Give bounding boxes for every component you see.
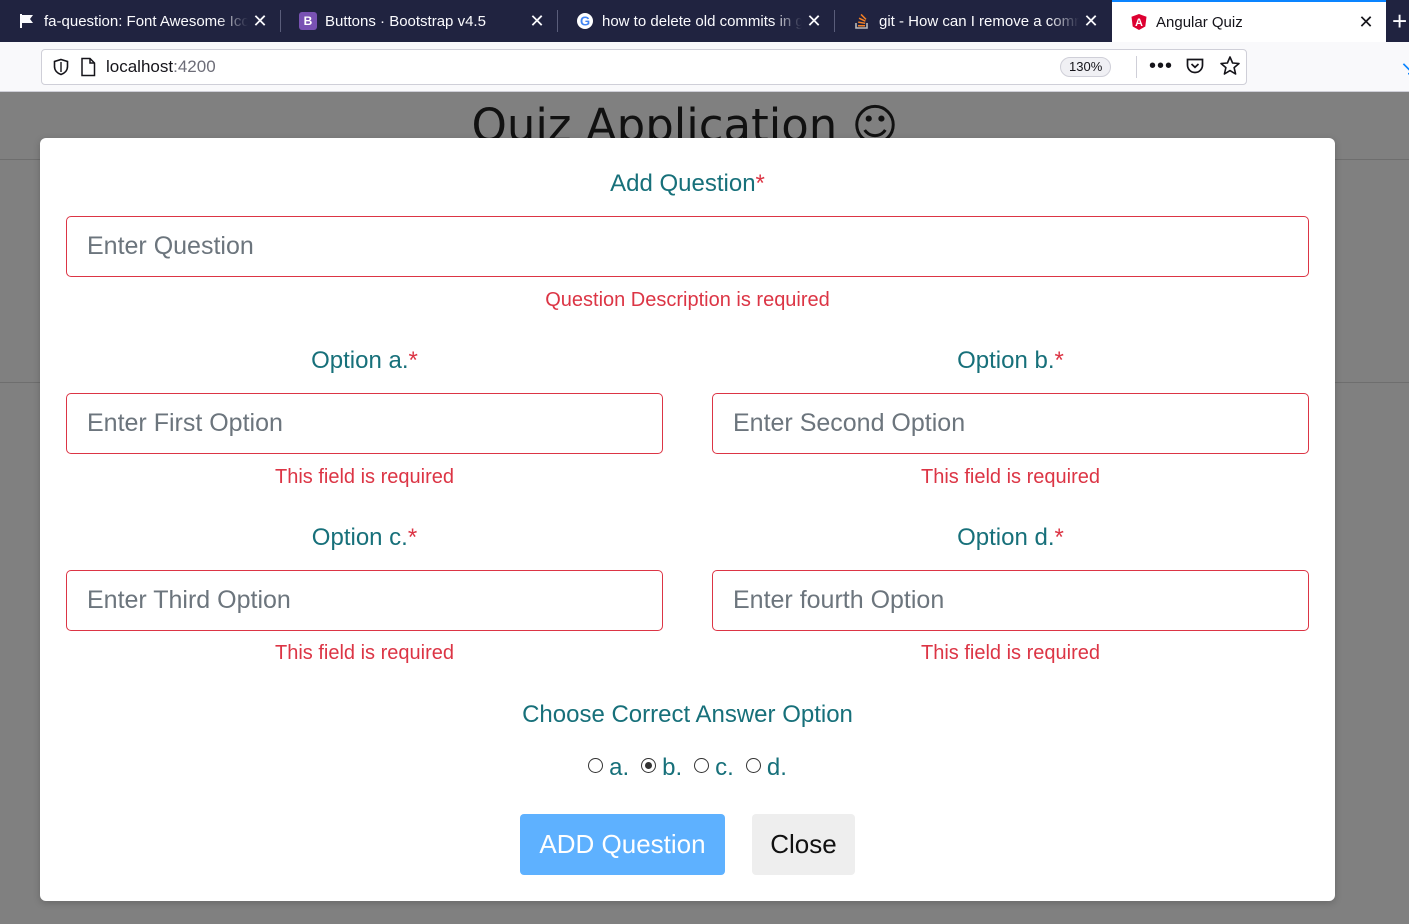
- close-icon[interactable]: ✕: [1354, 12, 1378, 33]
- url-divider: [1136, 56, 1137, 78]
- option-d-input[interactable]: [712, 570, 1309, 631]
- question-error: Question Description is required: [545, 289, 830, 311]
- answer-option-c[interactable]: c.: [694, 754, 734, 782]
- question-input[interactable]: [66, 216, 1309, 277]
- overflow-arrow-icon[interactable]: ↘: [1400, 56, 1409, 81]
- answer-option-b[interactable]: b.: [641, 754, 682, 782]
- option-b-label-text: Option b.: [957, 347, 1055, 374]
- add-question-button[interactable]: ADD Question: [520, 814, 725, 875]
- option-c-label: Option c.*: [66, 524, 663, 552]
- address-bar[interactable]: localhost:4200 130% •••: [41, 49, 1247, 85]
- zoom-indicator[interactable]: 130%: [1060, 57, 1112, 77]
- stackoverflow-icon: [853, 12, 871, 30]
- url-text[interactable]: localhost:4200: [106, 57, 216, 77]
- option-c-error: This field is required: [275, 642, 454, 664]
- close-icon[interactable]: ✕: [802, 11, 826, 32]
- tab-title: how to delete old commits in git: [602, 12, 802, 30]
- option-b-input[interactable]: [712, 393, 1309, 454]
- answer-option-a[interactable]: a.: [588, 754, 629, 782]
- answer-option-c-label: c.: [715, 754, 734, 781]
- browser-tab[interactable]: B Buttons · Bootstrap v4.5 ✕: [281, 0, 557, 42]
- more-actions-icon[interactable]: •••: [1149, 54, 1173, 78]
- option-c-input[interactable]: [66, 570, 663, 631]
- browser-tab[interactable]: G how to delete old commits in git ✕: [558, 0, 834, 42]
- tab-title: fa-question: Font Awesome Icons: [44, 12, 248, 30]
- browser-tab-active[interactable]: A Angular Quiz ✕: [1112, 0, 1386, 42]
- close-button[interactable]: Close: [752, 814, 855, 875]
- url-port: :4200: [173, 57, 216, 76]
- answer-option-d-label: d.: [766, 754, 787, 781]
- pocket-icon[interactable]: [1185, 56, 1205, 76]
- required-mark: *: [408, 347, 418, 374]
- radio-button-b[interactable]: [641, 757, 657, 773]
- option-a-label-text: Option a.: [311, 347, 409, 374]
- correct-answer-radio-group: a. b. c. d.: [40, 754, 1335, 782]
- answer-option-a-label: a.: [609, 754, 630, 781]
- question-label: Add Question*: [40, 170, 1335, 198]
- correct-answer-label: Choose Correct Answer Option: [522, 701, 853, 728]
- close-icon[interactable]: ✕: [525, 11, 549, 32]
- option-a-input[interactable]: [66, 393, 663, 454]
- option-b-error: This field is required: [921, 466, 1100, 488]
- bootstrap-icon: B: [299, 12, 317, 30]
- question-label-text: Add Question: [610, 170, 756, 197]
- tab-title: Angular Quiz: [1156, 13, 1243, 31]
- flag-icon: [18, 12, 36, 30]
- answer-option-b-label: b.: [662, 754, 683, 781]
- browser-tab-bar: fa-question: Font Awesome Icons ✕ B Butt…: [0, 0, 1409, 42]
- tab-title: Buttons · Bootstrap v4.5: [325, 12, 486, 30]
- required-mark: *: [1054, 347, 1064, 374]
- option-b-label: Option b.*: [712, 347, 1309, 375]
- angular-icon: A: [1130, 13, 1148, 31]
- close-icon[interactable]: ✕: [1079, 11, 1103, 32]
- close-icon[interactable]: ✕: [248, 11, 272, 32]
- option-c-label-text: Option c.: [311, 524, 408, 551]
- required-mark: *: [407, 524, 418, 551]
- radio-button-a[interactable]: [588, 757, 604, 773]
- url-host: localhost: [106, 57, 174, 76]
- page-icon: [81, 57, 96, 77]
- option-d-label-text: Option d.: [957, 524, 1055, 551]
- shield-icon[interactable]: [52, 58, 70, 76]
- tab-title: git - How can I remove a commit: [879, 12, 1079, 30]
- google-icon: G: [576, 12, 594, 30]
- option-a-error: This field is required: [275, 466, 454, 488]
- browser-tab[interactable]: git - How can I remove a commit ✕: [835, 0, 1111, 42]
- bookmark-star-icon[interactable]: [1219, 55, 1241, 77]
- option-d-error: This field is required: [921, 642, 1100, 664]
- answer-option-d[interactable]: d.: [745, 754, 787, 782]
- browser-nav-bar: localhost:4200 130% ••• ↘: [0, 42, 1409, 92]
- radio-button-c[interactable]: [694, 757, 710, 773]
- svg-text:A: A: [1135, 17, 1143, 29]
- required-mark: *: [755, 170, 765, 197]
- option-a-label: Option a.*: [66, 347, 663, 375]
- radio-button-d[interactable]: [745, 757, 761, 773]
- add-question-modal: Add Question* Question Description is re…: [40, 138, 1335, 901]
- browser-tab[interactable]: fa-question: Font Awesome Icons ✕: [0, 0, 280, 42]
- new-tab-icon[interactable]: +: [1392, 6, 1409, 36]
- option-d-label: Option d.*: [712, 524, 1309, 552]
- svg-text:G: G: [580, 14, 590, 29]
- required-mark: *: [1054, 524, 1064, 551]
